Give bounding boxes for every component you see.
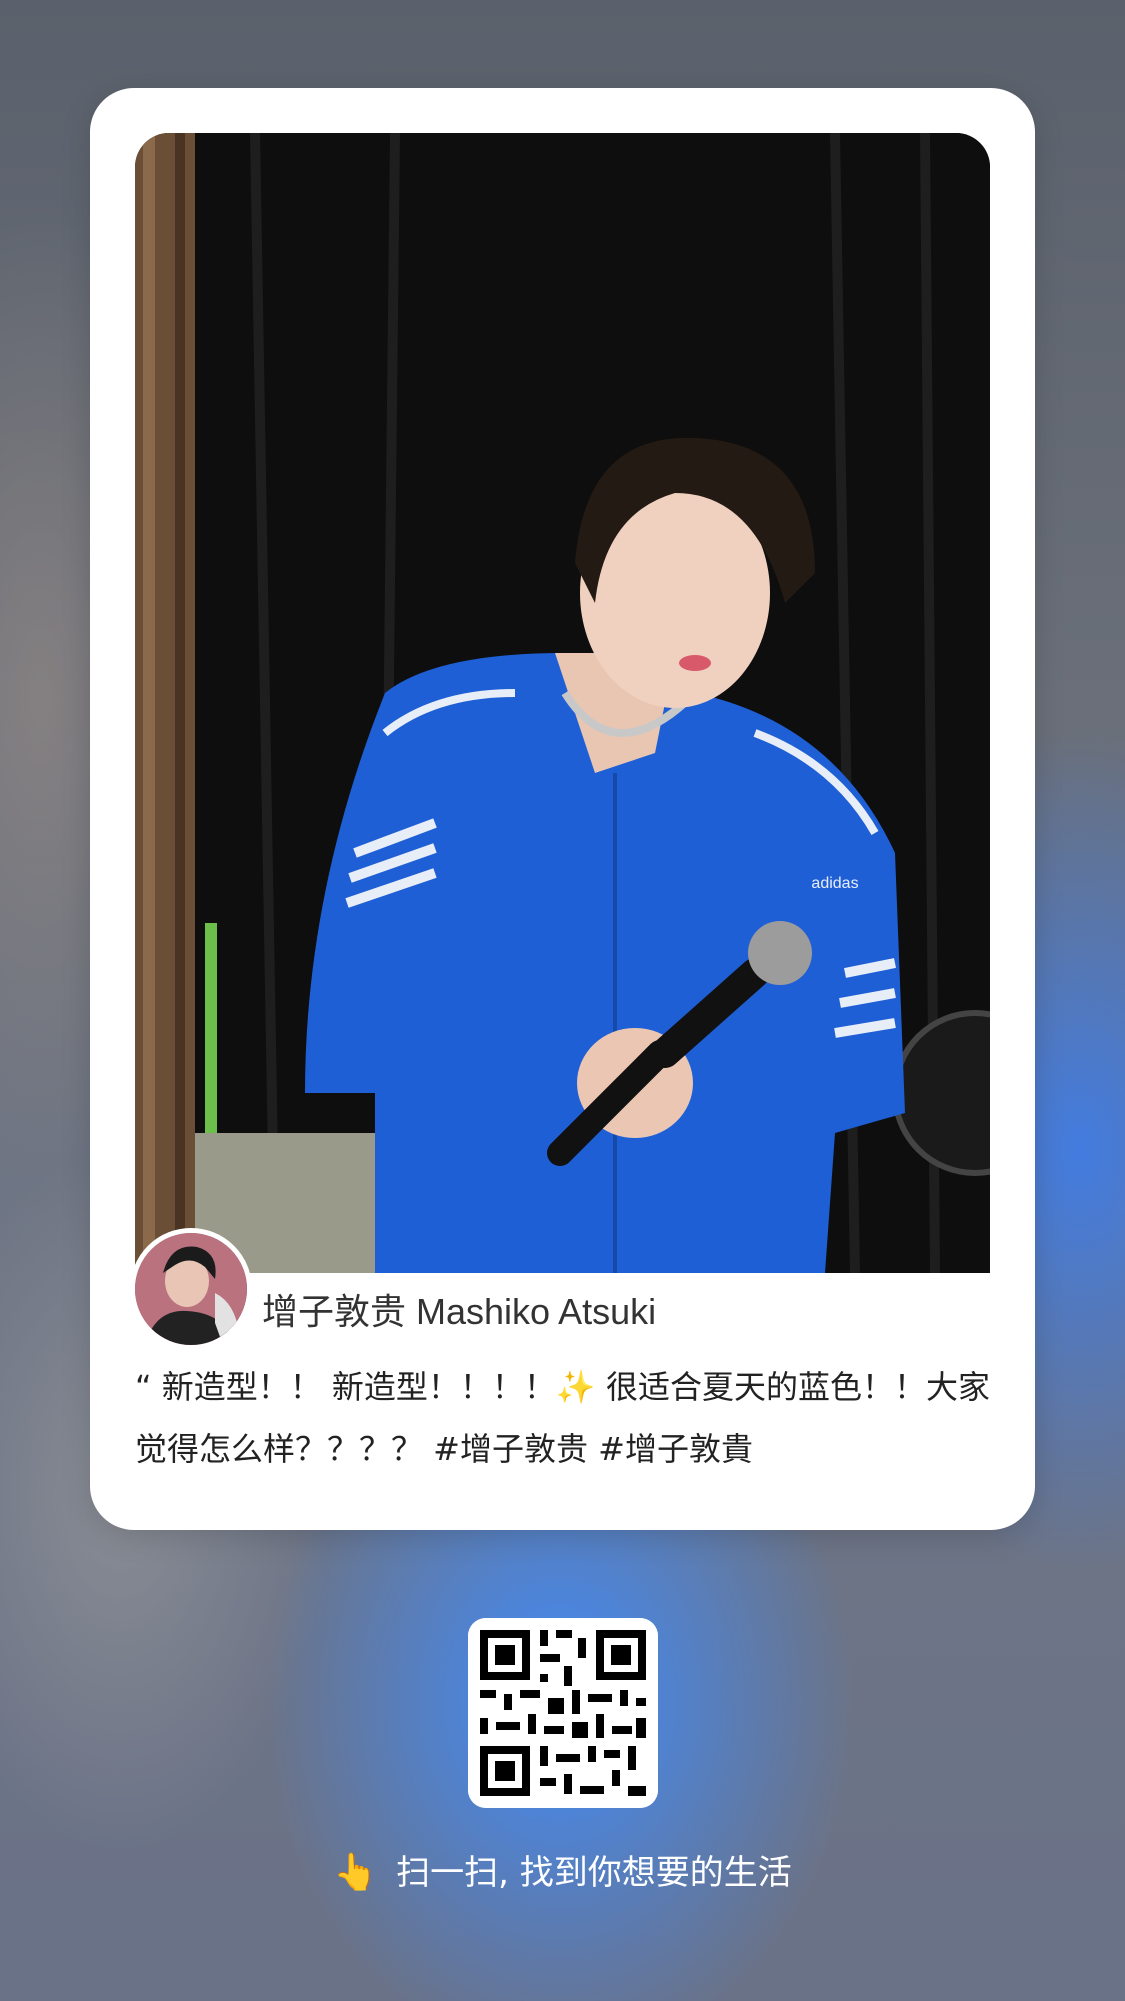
svg-text:adidas: adidas	[811, 875, 858, 892]
post-card[interactable]: adidas 增子敦贵 Mashiko Atsuki “ 新造型！！ 新造型！！…	[90, 88, 1035, 1530]
post-caption: “ 新造型！！ 新造型！！！！✨ 很适合夏天的蓝色！！大家觉得怎么样？？？？ #…	[135, 1368, 990, 1468]
post-photo[interactable]: adidas	[135, 133, 990, 1273]
author-avatar[interactable]	[130, 1228, 252, 1350]
share-poster: adidas 增子敦贵 Mashiko Atsuki “ 新造型！！ 新造型！！…	[0, 0, 1125, 2001]
avatar-image	[135, 1233, 247, 1345]
author-name[interactable]: 增子敦贵 Mashiko Atsuki	[262, 1283, 656, 1335]
scan-text: 扫一扫, 找到你想要的生活	[396, 1853, 792, 1893]
qr-code-icon	[468, 1618, 658, 1808]
pointing-finger-icon: 👆	[333, 1852, 379, 1893]
scan-prompt: 👆 扫一扫, 找到你想要的生活	[0, 1845, 1125, 1894]
photo-illustration: adidas	[135, 133, 990, 1273]
qr-code[interactable]	[468, 1618, 658, 1808]
